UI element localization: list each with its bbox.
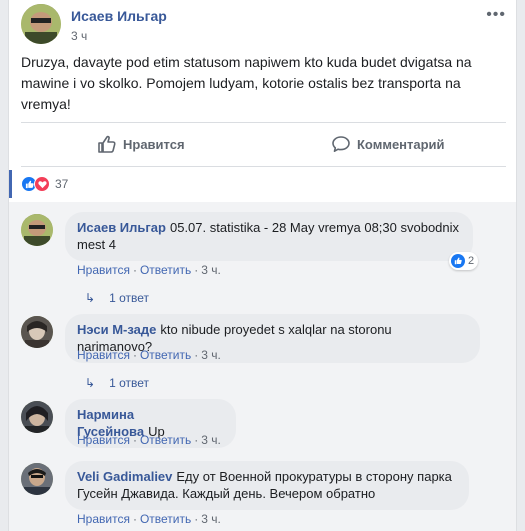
reply-arrow-icon: ↳ (85, 291, 96, 305)
avatar-image (21, 463, 53, 495)
comment-button-label: Комментарий (357, 136, 445, 152)
divider (21, 122, 506, 123)
thumbs-up-icon (98, 135, 116, 153)
comment-icon (332, 136, 350, 152)
comment-like-link[interactable]: Нравится (77, 348, 130, 362)
author-avatar[interactable] (21, 4, 61, 44)
commenter-avatar[interactable] (21, 316, 53, 348)
comment-bubble: Исаев Ильгар 05.07. statistika - 28 May v… (65, 212, 473, 261)
commenter-name[interactable]: Исаев Ильгар (77, 220, 166, 235)
avatar-image (21, 214, 53, 246)
avatar-image (21, 401, 53, 433)
comment-item: Veli Gadimaliev Еду от Военной прокуратур… (21, 461, 511, 531)
comment-item: Нэси М-заде kto nibude proyedet s xalqlar… (21, 314, 511, 390)
reactions-summary[interactable]: 37 (21, 174, 68, 194)
like-reaction-icon (451, 254, 465, 268)
divider (21, 166, 506, 167)
comment-meta: Нравится · Ответить · 3 ч. (77, 512, 221, 526)
like-button-label: Нравится (123, 136, 185, 152)
comment-meta: Нравится · Ответить · 3 ч. (77, 348, 221, 362)
post-card: Исаев Ильгар 3 ч ••• Druzya, davayte pod… (8, 0, 517, 531)
comment-time[interactable]: 3 ч. (201, 512, 221, 526)
commenter-name[interactable]: Veli Gadimaliev (77, 469, 172, 484)
comment-like-link[interactable]: Нравится (77, 263, 130, 277)
commenter-avatar[interactable] (21, 463, 53, 495)
commenter-name[interactable]: Нэси М-заде (77, 322, 156, 337)
comment-time[interactable]: 3 ч. (201, 348, 221, 362)
comment-meta: Нравится · Ответить · 3 ч. (77, 263, 221, 277)
comment-reply-link[interactable]: Ответить (140, 512, 191, 526)
post-author-name[interactable]: Исаев Ильгар (71, 8, 167, 24)
avatar-image (21, 316, 53, 348)
reply-arrow-icon: ↳ (85, 376, 96, 390)
post-timestamp[interactable]: 3 ч (71, 29, 87, 43)
comment-button[interactable]: Комментарий (331, 128, 445, 160)
commenter-avatar[interactable] (21, 214, 53, 246)
love-reaction-icon (34, 176, 50, 192)
replies-count: 1 ответ (109, 291, 149, 305)
comment-item: Исаев Ильгар 05.07. statistika - 28 May v… (21, 212, 511, 305)
comment-meta: Нравится · Ответить · 3 ч. (77, 433, 221, 447)
comment-reactions[interactable]: 2 (449, 252, 479, 270)
comment-like-link[interactable]: Нравится (77, 433, 130, 447)
focus-accent (9, 170, 12, 198)
commenter-avatar[interactable] (21, 401, 53, 433)
comment-bubble: Veli Gadimaliev Еду от Военной прокуратур… (65, 461, 469, 510)
more-options-button[interactable]: ••• (486, 6, 506, 24)
reaction-count: 37 (55, 177, 69, 191)
comments-section: Исаев Ильгар 05.07. statistika - 28 May v… (9, 202, 516, 531)
replies-count: 1 ответ (109, 376, 149, 390)
comment-item: Нармина Гусейнова Up Нравится · Ответить · 3 … (21, 399, 511, 451)
like-button[interactable]: Нравится (97, 128, 185, 160)
comment-reaction-count: 2 (468, 255, 475, 267)
comment-reply-link[interactable]: Ответить (140, 263, 191, 277)
post-header: Исаев Ильгар 3 ч ••• (21, 2, 506, 50)
view-replies-link[interactable]: ↳ 1 ответ (85, 291, 149, 305)
comment-reply-link[interactable]: Ответить (140, 348, 191, 362)
comment-time[interactable]: 3 ч. (201, 263, 221, 277)
comment-time[interactable]: 3 ч. (201, 433, 221, 447)
comment-reply-link[interactable]: Ответить (140, 433, 191, 447)
avatar-image (21, 4, 61, 44)
view-replies-link[interactable]: ↳ 1 ответ (85, 376, 149, 390)
post-text: Druzya, davayte pod etim statusom napiwe… (21, 54, 472, 112)
comment-like-link[interactable]: Нравится (77, 512, 130, 526)
